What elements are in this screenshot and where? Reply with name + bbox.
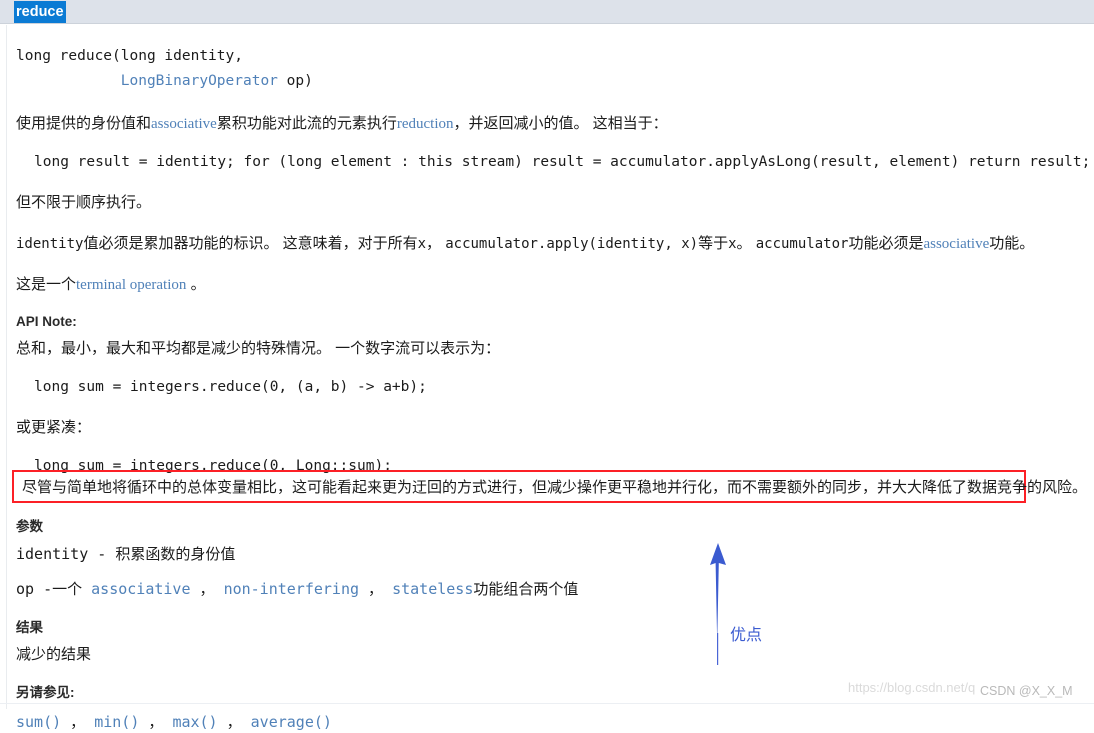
param-sep-1: - <box>88 545 116 563</box>
link-associative-2[interactable]: associative <box>923 236 989 252</box>
desc-p3-accumulator: accumulator <box>755 236 849 252</box>
desc-p1-text-b: 累积功能对此流的元素执行 <box>216 115 397 132</box>
bottom-rule <box>0 703 1094 704</box>
document-content-lower: 参数 identity - 积累函数的身份值 op -一个 associativ… <box>16 518 1078 733</box>
description-paragraph-3: identity值必须是累加器功能的标识。 这意味着，对于所有x， accumu… <box>16 233 1078 255</box>
desc-p4-text-b: 。 <box>186 276 206 293</box>
result-heading: 结果 <box>16 620 43 635</box>
watermark-url: https://blog.csdn.net/q <box>848 680 976 695</box>
desc-p4-text-a: 这是一个 <box>16 276 77 293</box>
desc-p3-text-f: 等于 <box>698 235 729 252</box>
desc-p3-x-1: x <box>417 236 427 252</box>
param-op-text-d: 功能组合两个值 <box>473 581 579 598</box>
api-note-text: 总和，最小，最大和平均都是减少的特殊情况。 一个数字流可以表示为： <box>16 340 501 357</box>
method-signature: long reduce(long identity, LongBinaryOpe… <box>16 44 1078 94</box>
page-title: reduce <box>14 1 66 23</box>
callout-red-box-text: 尽管与简单地将循环中的总体变量相比，这可能看起来更为迂回的方式进行，但减少操作更… <box>22 479 1088 496</box>
link-average[interactable]: average() <box>251 713 332 731</box>
params-heading: 参数 <box>16 519 43 534</box>
link-associative-1[interactable]: associative <box>151 116 217 132</box>
see-also-sep-3: ， <box>217 713 251 731</box>
api-note-heading: API Note: <box>16 314 77 329</box>
desc-p3-accumulator-apply: accumulator.apply(identity, x) <box>445 236 699 252</box>
signature-line-2-tail: op) <box>277 73 313 89</box>
api-note-more-compact: 或更紧凑： <box>16 419 92 436</box>
link-terminal-operation[interactable]: terminal operation <box>76 277 186 293</box>
link-min[interactable]: min() <box>94 713 139 731</box>
link-sum[interactable]: sum() <box>16 713 61 731</box>
signature-indent <box>16 73 121 89</box>
watermark-csdn: CSDN @X_X_M <box>980 684 1073 698</box>
link-max[interactable]: max() <box>172 713 217 731</box>
param-op-text-c: ， <box>359 580 393 598</box>
param-name-identity: identity <box>16 545 89 563</box>
link-non-interfering[interactable]: non-interfering <box>224 580 359 598</box>
desc-p3-text-h: 。 <box>736 235 756 252</box>
desc-p1-text-a: 使用提供的身份值和 <box>16 115 152 132</box>
param-name-op: op <box>16 580 35 598</box>
code-sample-sum-lambda: long sum = integers.reduce(0, (a, b) -> … <box>34 379 427 395</box>
param-row-identity: identity - 积累函数的身份值 <box>16 543 1078 566</box>
code-sample-reduction-equivalent: long result = identity; for (long elemen… <box>34 154 1091 170</box>
document-content: long reduce(long identity, LongBinaryOpe… <box>16 25 1091 477</box>
param-op-text-a: -一个 <box>34 580 92 598</box>
param-op-text-b: ， <box>190 580 224 598</box>
signature-line-1: long reduce(long identity, <box>16 48 243 64</box>
link-stateless[interactable]: stateless <box>392 580 473 598</box>
see-also-sep-2: ， <box>139 713 173 731</box>
left-gutter-rule <box>6 25 7 709</box>
param-desc-identity: 积累函数的身份值 <box>115 546 236 563</box>
document-header-bar: reduce <box>0 0 1094 24</box>
desc-p3-x-2: x <box>728 236 737 252</box>
description-paragraph-2: 但不限于顺序执行。 <box>16 194 152 211</box>
see-also-sep-1: ， <box>61 713 95 731</box>
desc-p3-identity: identity <box>16 236 84 252</box>
description-paragraph-1: 使用提供的身份值和associative累积功能对此流的元素执行reductio… <box>16 113 1078 135</box>
result-text: 减少的结果 <box>16 646 92 663</box>
desc-p3-text-k: 功能。 <box>989 235 1035 252</box>
desc-p3-text-b: 值必须是累加器功能的标识。 这意味着，对于所有 <box>83 235 418 252</box>
see-also-links: sum() ， min() ， max() ， average() <box>16 711 1078 733</box>
desc-p1-text-c: ，并返回减小的值。 这相当于： <box>453 115 668 132</box>
param-row-op: op -一个 associative ， non-interfering ， s… <box>16 578 1078 601</box>
link-longbinaryoperator[interactable]: LongBinaryOperator <box>121 73 278 89</box>
link-associative-3[interactable]: associative <box>91 580 190 598</box>
document-page: long reduce(long identity, LongBinaryOpe… <box>0 25 1094 731</box>
description-paragraph-4: 这是一个terminal operation 。 <box>16 274 1078 296</box>
callout-red-box: 尽管与简单地将循环中的总体变量相比，这可能看起来更为迂回的方式进行，但减少操作更… <box>12 470 1087 503</box>
desc-p3-text-j: 功能必须是 <box>848 235 924 252</box>
link-reduction[interactable]: reduction <box>397 116 454 132</box>
desc-p3-text-d: ， <box>426 235 446 252</box>
